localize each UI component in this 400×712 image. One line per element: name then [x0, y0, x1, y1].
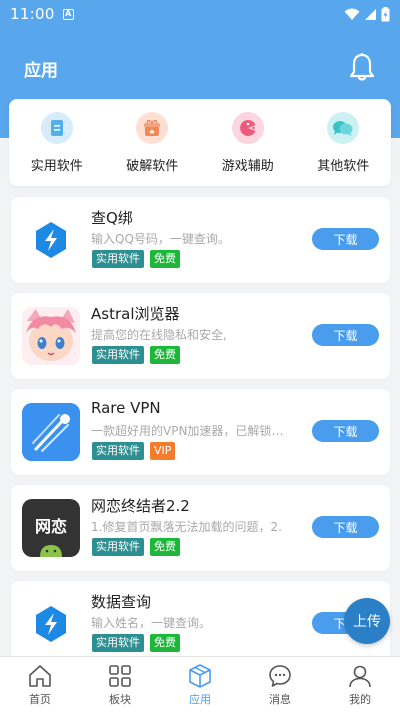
cube-icon — [189, 664, 211, 688]
category-label: 其他软件 — [317, 158, 370, 174]
app-description: 输入QQ号码，一键查询。 — [91, 232, 230, 246]
bell-icon[interactable] — [348, 52, 376, 82]
grid-icon — [109, 665, 131, 687]
price-tag: 免费 — [150, 634, 180, 652]
app-logo: 网恋 — [22, 499, 80, 557]
price-tag: 免费 — [150, 250, 180, 268]
tab-boards[interactable]: 板块 — [80, 657, 160, 712]
category-tag: 实用软件 — [92, 634, 144, 652]
category-tag: 实用软件 — [92, 346, 144, 364]
status-time: 11:00 — [10, 5, 55, 23]
category-tag: 实用软件 — [92, 250, 144, 268]
battery-icon — [381, 6, 390, 21]
tab-messages[interactable]: 消息 — [240, 657, 320, 712]
app-description: 提高您的在线隐私和安全, — [91, 328, 227, 342]
app-card-rare-vpn[interactable]: Rare VPN 一款超好用的VPN加速器，已解锁会员 实用软件 VIP 下载 — [11, 389, 390, 475]
app-tags: 实用软件 免费 — [92, 346, 180, 364]
category-cracked[interactable]: 破解软件 — [107, 111, 197, 174]
pacman-icon — [231, 111, 264, 144]
category-label: 实用软件 — [30, 158, 83, 174]
gift-icon — [136, 111, 169, 144]
app-logo — [22, 595, 80, 653]
app-card-chaqbang[interactable]: 查Q绑 输入QQ号码，一键查询。 实用软件 免费 下载 — [11, 197, 390, 283]
tab-label: 首页 — [29, 693, 51, 706]
tab-home[interactable]: 首页 — [0, 657, 80, 712]
user-icon — [349, 665, 371, 688]
page-title: 应用 — [24, 61, 58, 81]
download-button[interactable]: 下载 — [312, 228, 379, 250]
app-tags: 实用软件 VIP — [92, 442, 176, 460]
category-other[interactable]: 其他软件 — [298, 111, 388, 174]
app-name: Rare VPN — [91, 399, 161, 417]
category-card: 实用软件 破解软件 游戏辅助 其他软件 — [9, 99, 391, 186]
category-label: 游戏辅助 — [221, 158, 274, 174]
app-logo — [22, 403, 80, 461]
app-tags: 实用软件 免费 — [92, 538, 180, 556]
wifi-icon — [344, 8, 360, 20]
download-button[interactable]: 下载 — [312, 516, 379, 538]
tab-label: 应用 — [189, 693, 211, 706]
category-tag: 实用软件 — [92, 442, 144, 460]
category-tag: 实用软件 — [92, 538, 144, 556]
app-description: 一款超好用的VPN加速器，已解锁会员 — [91, 424, 291, 438]
app-card-data-query[interactable]: 数据查询 输入姓名，一键查询。 实用软件 免费 下载 — [11, 581, 390, 667]
app-name: 查Q绑 — [91, 209, 133, 227]
app-description: 输入姓名，一键查询。 — [91, 616, 212, 630]
category-game-assist[interactable]: 游戏辅助 — [203, 111, 293, 174]
message-icon — [269, 665, 291, 687]
category-practical[interactable]: 实用软件 — [12, 111, 102, 174]
signal-icon — [365, 8, 376, 20]
category-label: 破解软件 — [126, 158, 179, 174]
chat-bubbles-icon — [327, 111, 360, 144]
download-button[interactable]: 下载 — [312, 420, 379, 442]
price-tag: 免费 — [150, 346, 180, 364]
document-icon — [40, 111, 73, 144]
app-logo — [22, 211, 80, 269]
app-tags: 实用软件 免费 — [92, 250, 180, 268]
app-name: Astral浏览器 — [91, 305, 180, 323]
app-description: 1.修复首页飘落无法加载的问题，2. — [91, 520, 282, 534]
app-tags: 实用软件 免费 — [92, 634, 180, 652]
home-icon — [29, 665, 51, 687]
status-bar: 11:00 A — [0, 0, 400, 28]
bottom-tab-bar: 首页 板块 应用 消息 我的 — [0, 656, 400, 712]
tab-label: 消息 — [269, 693, 291, 706]
download-button[interactable]: 下载 — [312, 324, 379, 346]
sim-icon: A — [62, 8, 74, 20]
app-card-wanglian[interactable]: 网恋 网恋终结者2.2 1.修复首页飘落无法加载的问题，2. 实用软件 免费 下… — [11, 485, 390, 571]
tab-label: 板块 — [109, 693, 131, 706]
tab-mine[interactable]: 我的 — [320, 657, 400, 712]
app-name: 网恋终结者2.2 — [91, 497, 190, 515]
app-card-astral[interactable]: Astral浏览器 提高您的在线隐私和安全, 实用软件 免费 下载 — [11, 293, 390, 379]
app-logo — [22, 307, 80, 365]
tab-apps[interactable]: 应用 — [160, 657, 240, 712]
price-tag: VIP — [150, 442, 176, 460]
upload-button[interactable]: 上传 — [344, 598, 390, 644]
tab-label: 我的 — [349, 693, 371, 706]
price-tag: 免费 — [150, 538, 180, 556]
status-icons — [344, 6, 390, 22]
app-name: 数据查询 — [91, 593, 152, 611]
